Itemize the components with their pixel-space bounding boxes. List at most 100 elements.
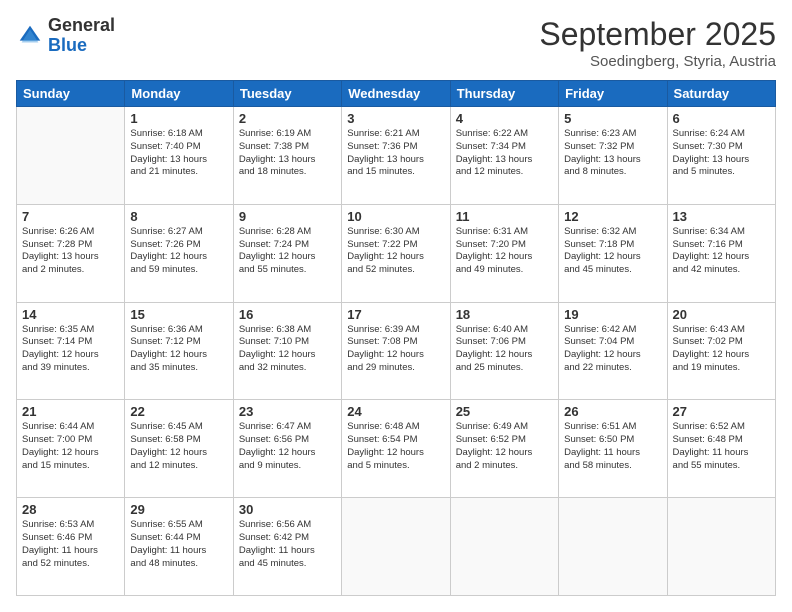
- week-row-0: 1 Sunrise: 6:18 AMSunset: 7:40 PMDaylight…: [17, 107, 776, 205]
- month-title: September 2025: [539, 16, 776, 53]
- day-number: 7: [22, 209, 119, 224]
- header-row: SundayMondayTuesdayWednesdayThursdayFrid…: [17, 81, 776, 107]
- calendar-cell: 15 Sunrise: 6:36 AMSunset: 7:12 PMDayligh…: [125, 302, 233, 400]
- calendar-cell: 13 Sunrise: 6:34 AMSunset: 7:16 PMDayligh…: [667, 204, 775, 302]
- day-info: Sunrise: 6:35 AMSunset: 7:14 PMDaylight:…: [22, 324, 119, 375]
- day-number: 6: [673, 111, 770, 126]
- day-info: Sunrise: 6:45 AMSunset: 6:58 PMDaylight:…: [130, 421, 227, 472]
- day-number: 16: [239, 307, 336, 322]
- day-number: 9: [239, 209, 336, 224]
- day-info: Sunrise: 6:42 AMSunset: 7:04 PMDaylight:…: [564, 324, 661, 375]
- location-subtitle: Soedingberg, Styria, Austria: [539, 53, 776, 70]
- calendar-table: SundayMondayTuesdayWednesdayThursdayFrid…: [16, 80, 776, 596]
- week-row-2: 14 Sunrise: 6:35 AMSunset: 7:14 PMDayligh…: [17, 302, 776, 400]
- calendar-cell: 27 Sunrise: 6:52 AMSunset: 6:48 PMDayligh…: [667, 400, 775, 498]
- day-number: 17: [347, 307, 444, 322]
- calendar-cell: 29 Sunrise: 6:55 AMSunset: 6:44 PMDayligh…: [125, 498, 233, 596]
- day-header-sunday: Sunday: [17, 81, 125, 107]
- day-info: Sunrise: 6:44 AMSunset: 7:00 PMDaylight:…: [22, 421, 119, 472]
- day-number: 28: [22, 502, 119, 517]
- day-header-tuesday: Tuesday: [233, 81, 341, 107]
- day-info: Sunrise: 6:32 AMSunset: 7:18 PMDaylight:…: [564, 226, 661, 277]
- calendar-cell: 3 Sunrise: 6:21 AMSunset: 7:36 PMDaylight…: [342, 107, 450, 205]
- day-info: Sunrise: 6:53 AMSunset: 6:46 PMDaylight:…: [22, 519, 119, 570]
- day-number: 4: [456, 111, 553, 126]
- day-number: 25: [456, 404, 553, 419]
- page: General Blue September 2025 Soedingberg,…: [0, 0, 792, 612]
- day-info: Sunrise: 6:38 AMSunset: 7:10 PMDaylight:…: [239, 324, 336, 375]
- day-number: 19: [564, 307, 661, 322]
- day-info: Sunrise: 6:39 AMSunset: 7:08 PMDaylight:…: [347, 324, 444, 375]
- calendar-cell: 23Sunrise: 6:47 AMSunset: 6:56 PMDayligh…: [233, 400, 341, 498]
- header: General Blue September 2025 Soedingberg,…: [16, 16, 776, 70]
- calendar-cell: 22 Sunrise: 6:45 AMSunset: 6:58 PMDayligh…: [125, 400, 233, 498]
- day-info: Sunrise: 6:31 AMSunset: 7:20 PMDaylight:…: [456, 226, 553, 277]
- day-number: 2: [239, 111, 336, 126]
- calendar-cell: 30Sunrise: 6:56 AMSunset: 6:42 PMDayligh…: [233, 498, 341, 596]
- day-info: Sunrise: 6:26 AMSunset: 7:28 PMDaylight:…: [22, 226, 119, 277]
- day-header-thursday: Thursday: [450, 81, 558, 107]
- day-number: 8: [130, 209, 227, 224]
- title-block: September 2025 Soedingberg, Styria, Aust…: [539, 16, 776, 70]
- day-info: Sunrise: 6:22 AMSunset: 7:34 PMDaylight:…: [456, 128, 553, 179]
- day-info: Sunrise: 6:21 AMSunset: 7:36 PMDaylight:…: [347, 128, 444, 179]
- calendar-cell: 19 Sunrise: 6:42 AMSunset: 7:04 PMDayligh…: [559, 302, 667, 400]
- day-info: Sunrise: 6:28 AMSunset: 7:24 PMDaylight:…: [239, 226, 336, 277]
- calendar-cell: [17, 107, 125, 205]
- calendar-cell: 2 Sunrise: 6:19 AMSunset: 7:38 PMDaylight…: [233, 107, 341, 205]
- calendar-cell: 8 Sunrise: 6:27 AMSunset: 7:26 PMDaylight…: [125, 204, 233, 302]
- day-number: 27: [673, 404, 770, 419]
- calendar-cell: 21 Sunrise: 6:44 AMSunset: 7:00 PMDayligh…: [17, 400, 125, 498]
- day-info: Sunrise: 6:55 AMSunset: 6:44 PMDaylight:…: [130, 519, 227, 570]
- logo-text: General Blue: [48, 16, 115, 56]
- day-info: Sunrise: 6:47 AMSunset: 6:56 PMDaylight:…: [239, 421, 336, 472]
- day-number: 5: [564, 111, 661, 126]
- day-number: 1: [130, 111, 227, 126]
- day-number: 11: [456, 209, 553, 224]
- calendar-cell: 4 Sunrise: 6:22 AMSunset: 7:34 PMDaylight…: [450, 107, 558, 205]
- day-number: 14: [22, 307, 119, 322]
- day-info: Sunrise: 6:34 AMSunset: 7:16 PMDaylight:…: [673, 226, 770, 277]
- day-info: Sunrise: 6:18 AMSunset: 7:40 PMDaylight:…: [130, 128, 227, 179]
- day-number: 15: [130, 307, 227, 322]
- calendar-cell: 7 Sunrise: 6:26 AMSunset: 7:28 PMDaylight…: [17, 204, 125, 302]
- day-info: Sunrise: 6:23 AMSunset: 7:32 PMDaylight:…: [564, 128, 661, 179]
- day-info: Sunrise: 6:43 AMSunset: 7:02 PMDaylight:…: [673, 324, 770, 375]
- logo: General Blue: [16, 16, 115, 56]
- day-number: 10: [347, 209, 444, 224]
- day-info: Sunrise: 6:52 AMSunset: 6:48 PMDaylight:…: [673, 421, 770, 472]
- day-number: 21: [22, 404, 119, 419]
- day-header-wednesday: Wednesday: [342, 81, 450, 107]
- day-info: Sunrise: 6:24 AMSunset: 7:30 PMDaylight:…: [673, 128, 770, 179]
- calendar-cell: 25Sunrise: 6:49 AMSunset: 6:52 PMDayligh…: [450, 400, 558, 498]
- calendar-cell: [559, 498, 667, 596]
- day-info: Sunrise: 6:56 AMSunset: 6:42 PMDaylight:…: [239, 519, 336, 570]
- day-info: Sunrise: 6:27 AMSunset: 7:26 PMDaylight:…: [130, 226, 227, 277]
- day-info: Sunrise: 6:51 AMSunset: 6:50 PMDaylight:…: [564, 421, 661, 472]
- calendar-cell: 14 Sunrise: 6:35 AMSunset: 7:14 PMDayligh…: [17, 302, 125, 400]
- week-row-1: 7 Sunrise: 6:26 AMSunset: 7:28 PMDaylight…: [17, 204, 776, 302]
- day-info: Sunrise: 6:19 AMSunset: 7:38 PMDaylight:…: [239, 128, 336, 179]
- logo-icon: [16, 22, 44, 50]
- calendar-cell: 20 Sunrise: 6:43 AMSunset: 7:02 PMDayligh…: [667, 302, 775, 400]
- day-number: 22: [130, 404, 227, 419]
- calendar-cell: 6 Sunrise: 6:24 AMSunset: 7:30 PMDaylight…: [667, 107, 775, 205]
- calendar-cell: 26Sunrise: 6:51 AMSunset: 6:50 PMDayligh…: [559, 400, 667, 498]
- day-number: 24: [347, 404, 444, 419]
- calendar-cell: 12Sunrise: 6:32 AMSunset: 7:18 PMDayligh…: [559, 204, 667, 302]
- day-number: 20: [673, 307, 770, 322]
- calendar-cell: [667, 498, 775, 596]
- calendar-cell: 11 Sunrise: 6:31 AMSunset: 7:20 PMDayligh…: [450, 204, 558, 302]
- day-number: 13: [673, 209, 770, 224]
- calendar-cell: 5 Sunrise: 6:23 AMSunset: 7:32 PMDaylight…: [559, 107, 667, 205]
- day-number: 29: [130, 502, 227, 517]
- day-header-monday: Monday: [125, 81, 233, 107]
- calendar-cell: 16 Sunrise: 6:38 AMSunset: 7:10 PMDayligh…: [233, 302, 341, 400]
- calendar-cell: 24Sunrise: 6:48 AMSunset: 6:54 PMDayligh…: [342, 400, 450, 498]
- day-header-saturday: Saturday: [667, 81, 775, 107]
- day-number: 3: [347, 111, 444, 126]
- calendar-cell: 17 Sunrise: 6:39 AMSunset: 7:08 PMDayligh…: [342, 302, 450, 400]
- week-row-4: 28 Sunrise: 6:53 AMSunset: 6:46 PMDayligh…: [17, 498, 776, 596]
- day-info: Sunrise: 6:36 AMSunset: 7:12 PMDaylight:…: [130, 324, 227, 375]
- day-number: 18: [456, 307, 553, 322]
